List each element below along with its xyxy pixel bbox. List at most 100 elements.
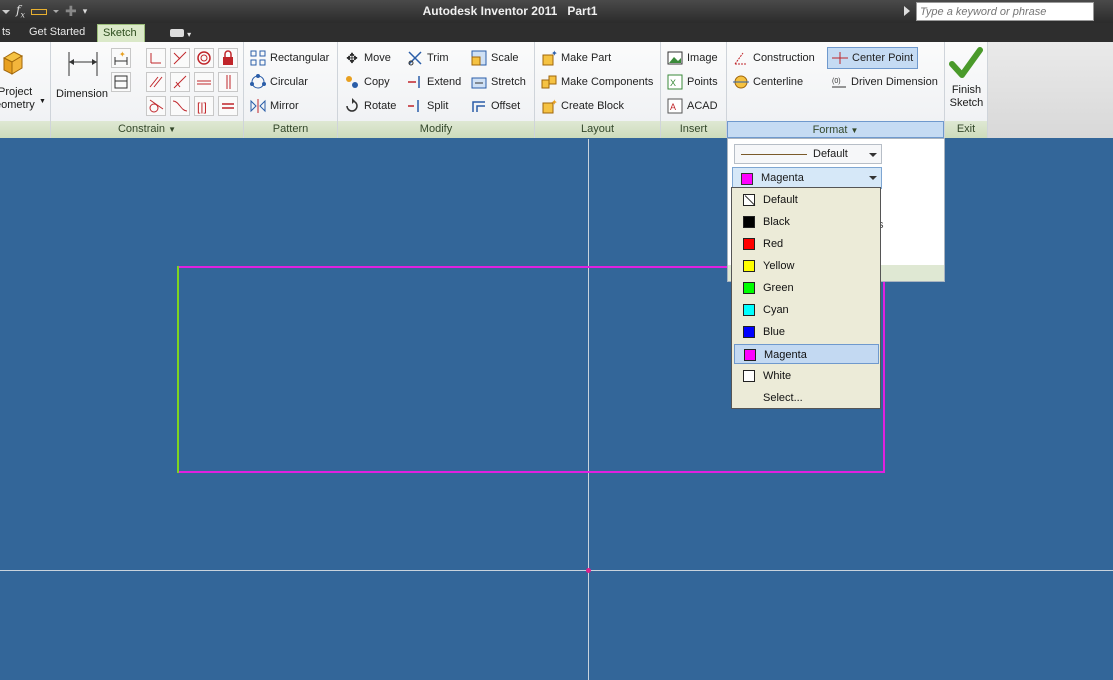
title-bar: fx ✚ ▾ Autodesk Inventor 2011 Part1 [0, 0, 1113, 23]
centerline-button[interactable]: Centerline [733, 74, 803, 90]
image-button[interactable]: Image [667, 50, 718, 66]
parallel-constraint-icon[interactable] [146, 72, 166, 92]
sketch-rectangle-right-edge[interactable] [883, 266, 885, 473]
copy-button[interactable]: Copy [344, 74, 390, 90]
acad-button[interactable]: A ACAD [667, 98, 718, 114]
center-point-label: Center Point [852, 52, 914, 64]
auto-dimension-icon[interactable]: ✦ [111, 48, 131, 68]
finish-sketch-label-2: Sketch [949, 97, 984, 109]
color-option-label: Red [763, 238, 784, 250]
color-option-cyan[interactable]: Cyan [734, 300, 879, 320]
chevron-down-icon [869, 153, 877, 157]
color-option-default[interactable]: Default [734, 190, 879, 210]
rotate-button[interactable]: Rotate [344, 98, 396, 114]
linetype-dropdown[interactable]: Default [734, 144, 882, 164]
rectangular-pattern-label: Rectangular [270, 52, 330, 64]
app-title: Autodesk Inventor 2011 [422, 4, 558, 18]
copy-icon [344, 74, 360, 90]
create-block-button[interactable]: ✦ Create Block [541, 98, 624, 114]
extend-button[interactable]: Extend [407, 74, 461, 90]
panel-layout: ✦ Make Part Make Components ✦ Create Blo… [535, 42, 661, 138]
tab-tools[interactable]: ts [0, 24, 16, 42]
panel-format-label[interactable]: Format ▼ [727, 121, 944, 138]
scale-button[interactable]: Scale [471, 50, 519, 66]
color-swatch [744, 349, 756, 361]
construction-button[interactable]: Construction [733, 50, 815, 66]
rectangular-pattern-button[interactable]: Rectangular [250, 50, 329, 66]
color-option-magenta[interactable]: Magenta [734, 344, 879, 364]
color-option-yellow[interactable]: Yellow [734, 256, 879, 276]
stretch-button[interactable]: Stretch [471, 74, 526, 90]
create-block-icon: ✦ [541, 98, 558, 114]
mirror-label: Mirror [270, 100, 299, 112]
sketch-rectangle-bottom-edge[interactable] [177, 471, 885, 473]
tab-get-started[interactable]: Get Started [24, 24, 90, 42]
rotate-label: Rotate [364, 100, 397, 112]
points-button[interactable]: X Points [667, 74, 718, 90]
driven-dimension-button[interactable]: (0) Driven Dimension [831, 74, 938, 90]
color-option-black[interactable]: Black [734, 212, 879, 232]
linetype-preview [741, 154, 807, 155]
color-swatch [743, 282, 755, 294]
panel-modify-label: Modify [338, 121, 534, 138]
project-geometry-label-1: Project [0, 86, 33, 98]
search-input[interactable] [916, 2, 1094, 21]
origin-point[interactable] [585, 567, 592, 574]
panel-pattern-label: Pattern [244, 121, 337, 138]
make-components-button[interactable]: Make Components [541, 74, 653, 90]
color-dropdown[interactable]: Magenta [732, 167, 882, 189]
tangent-constraint-icon[interactable] [146, 96, 166, 116]
panel-constrain-label[interactable]: Constrain ▼ [51, 121, 243, 138]
color-option-blue[interactable]: Blue [734, 322, 879, 342]
panel-insert-label: Insert [661, 121, 726, 138]
tab-sketch[interactable]: Sketch [97, 24, 145, 42]
image-label: Image [687, 52, 718, 64]
color-option-green[interactable]: Green [734, 278, 879, 298]
show-constraints-icon[interactable] [111, 72, 131, 92]
perpendicular-constraint-icon[interactable] [170, 72, 190, 92]
center-point-button[interactable]: Center Point [827, 47, 919, 69]
svg-text:✦: ✦ [119, 50, 126, 59]
rectangular-pattern-icon [250, 50, 266, 66]
color-option-label: Default [763, 194, 798, 206]
panel-format-label-text: Format [812, 124, 848, 136]
dimension-label: Dimension [56, 88, 108, 100]
color-option-select[interactable]: Select... [734, 388, 879, 408]
project-geometry-button[interactable]: Project eometry ▼ [0, 46, 48, 116]
offset-button[interactable]: Offset [471, 98, 520, 114]
collinear-constraint-icon[interactable] [170, 48, 190, 68]
linetype-value: Default [813, 148, 848, 160]
mirror-button[interactable]: Mirror [250, 98, 299, 114]
dropdown-arrow-icon[interactable]: ▼ [39, 98, 46, 105]
color-option-white[interactable]: White [734, 366, 879, 386]
color-value: Magenta [761, 172, 804, 184]
dimension-button[interactable]: Dimension [55, 46, 111, 116]
move-button[interactable]: ✥ Move [344, 50, 391, 66]
project-geometry-label-2: eometry [0, 99, 35, 111]
color-option-label: Black [763, 216, 790, 228]
search-expand-icon[interactable] [904, 6, 910, 16]
dropdown-arrow-icon: ▼ [168, 125, 177, 134]
finish-sketch-button[interactable]: Finish Sketch [945, 46, 988, 116]
color-option-red[interactable]: Red [734, 234, 879, 254]
fix-constraint-icon[interactable] [218, 48, 238, 68]
horizontal-constraint-icon[interactable] [194, 72, 214, 92]
split-button[interactable]: Split [407, 98, 448, 114]
panel-layout-label: Layout [535, 121, 660, 138]
rotate-icon [344, 98, 360, 114]
trim-button[interactable]: Trim [407, 50, 449, 66]
sketch-canvas[interactable] [0, 139, 1113, 680]
svg-text:A: A [670, 102, 676, 112]
color-list: Default Black Red Yellow Green Cyan Blue Magent… [731, 187, 881, 409]
equal-constraint-icon[interactable] [218, 96, 238, 116]
color-swatch [743, 238, 755, 250]
symmetric-constraint-icon[interactable]: [|] [194, 96, 214, 116]
coincident-constraint-icon[interactable] [146, 48, 166, 68]
smooth-constraint-icon[interactable] [170, 96, 190, 116]
vertical-constraint-icon[interactable] [218, 72, 238, 92]
concentric-constraint-icon[interactable] [194, 48, 214, 68]
sketch-rectangle-left-edge[interactable] [177, 266, 179, 473]
circular-pattern-button[interactable]: Circular [250, 74, 308, 90]
make-part-button[interactable]: ✦ Make Part [541, 49, 611, 66]
document-title: Part1 [567, 4, 598, 18]
